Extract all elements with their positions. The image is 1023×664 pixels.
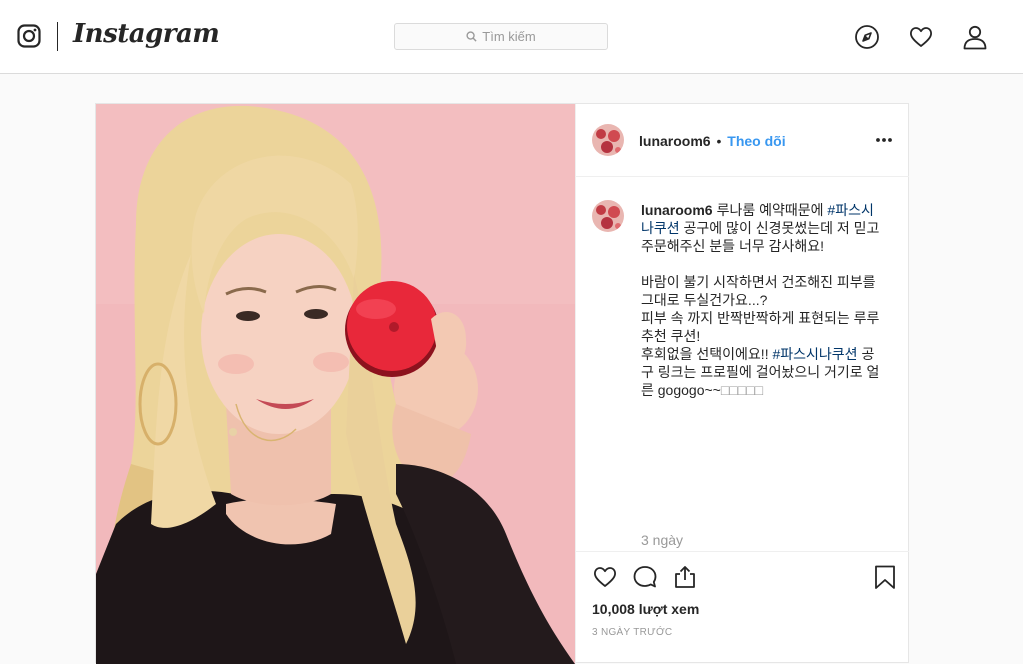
post-timestamp[interactable]: 3 NGÀY TRƯỚC — [592, 627, 672, 638]
author-avatar[interactable] — [592, 124, 624, 156]
share-icon[interactable] — [672, 564, 698, 590]
post-actions: 10,008 lượt xem 3 NGÀY TRƯỚC — [576, 551, 909, 664]
view-count[interactable]: 10,008 lượt xem — [592, 601, 699, 617]
top-navigation-bar: Instagram Tìm kiếm — [0, 0, 1023, 74]
search-placeholder: Tìm kiếm — [482, 29, 536, 44]
post-header: lunaroom6 • Theo dõi — [576, 104, 909, 177]
profile-user-icon[interactable] — [962, 24, 988, 50]
separator-dot: • — [716, 133, 722, 149]
post-media-illustration — [96, 104, 575, 664]
caption-time[interactable]: 3 ngày — [641, 532, 683, 548]
caption-username[interactable]: lunaroom6 — [641, 202, 713, 218]
post-header-user: lunaroom6 • Theo dõi — [639, 133, 786, 149]
post-caption: lunaroom6 루나룸 예약때문에 #파스시나쿠션 공구에 많이 신경못썼는데… — [641, 201, 881, 399]
comment-icon[interactable] — [632, 564, 658, 590]
instagram-glyph-icon[interactable] — [17, 24, 41, 48]
author-username[interactable]: lunaroom6 — [639, 133, 711, 149]
caption-author-avatar[interactable] — [592, 200, 624, 232]
activity-heart-icon[interactable] — [908, 24, 934, 50]
search-icon — [466, 31, 477, 42]
like-heart-icon[interactable] — [592, 564, 618, 590]
search-input[interactable]: Tìm kiếm — [394, 23, 608, 50]
bookmark-icon[interactable] — [872, 564, 898, 590]
instagram-wordmark[interactable]: Instagram — [73, 19, 220, 49]
caption-paragraph-2: 바람이 불기 시작하면서 건조해진 피부를 그대로 두실건가요...? — [641, 274, 876, 308]
post-sidebar: lunaroom6 • Theo dõi lunaroom6 루나룸 예약때문에… — [575, 104, 909, 664]
caption-paragraph-3: 피부 속 까지 반짝반짝하게 표현되는 루루 추천 쿠션! — [641, 310, 880, 344]
nav-divider — [57, 22, 58, 51]
caption-text-1: 루나룸 예약때문에 — [716, 202, 828, 218]
follow-button[interactable]: Theo dõi — [727, 133, 785, 149]
hashtag-link[interactable]: #파스시나쿠션 — [772, 346, 857, 362]
explore-compass-icon[interactable] — [854, 24, 880, 50]
comments-area: lunaroom6 루나룸 예약때문에 #파스시나쿠션 공구에 많이 신경못썼는데… — [576, 177, 909, 552]
caption-text-4: 후회없을 선택이에요!! — [641, 346, 773, 362]
ellipsis-icon[interactable] — [875, 134, 893, 146]
post-card: lunaroom6 • Theo dõi lunaroom6 루나룸 예약때문에… — [95, 103, 909, 664]
post-media-video[interactable] — [96, 104, 575, 664]
caption-emoji-glyphs: □□□□□ — [720, 382, 764, 398]
